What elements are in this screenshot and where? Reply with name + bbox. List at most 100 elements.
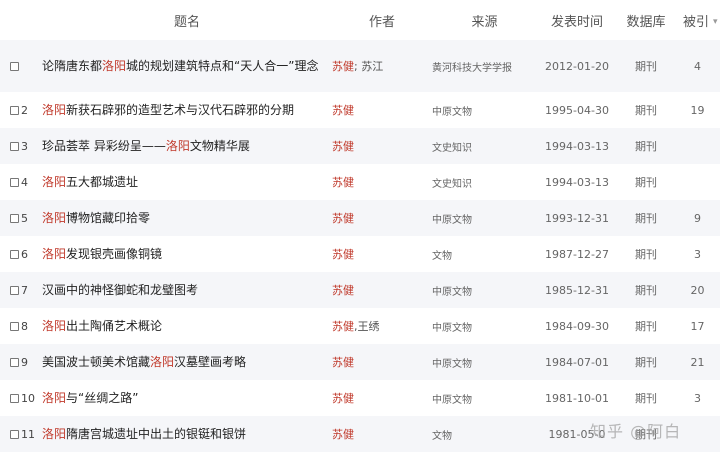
- row-db: 期刊: [635, 392, 657, 405]
- row-date: 1995-04-30: [545, 103, 609, 117]
- author-link[interactable]: 苏健: [332, 60, 354, 73]
- title-highlight: 洛阳: [42, 390, 67, 405]
- author-link[interactable]: 苏健: [332, 284, 354, 297]
- row-title[interactable]: 论隋唐东都洛阳城的规划建筑特点和“天人合一”理念: [42, 40, 332, 92]
- title-part: 出土陶俑艺术概论: [66, 318, 163, 333]
- row-title[interactable]: 汉画中的神怪御蛇和龙璧图考: [42, 272, 332, 308]
- row-checkbox[interactable]: [10, 106, 19, 115]
- author-link[interactable]: 苏健: [332, 104, 354, 117]
- row-author[interactable]: 苏健: [332, 164, 432, 200]
- row-checkbox[interactable]: [10, 142, 19, 151]
- title-part: 博物馆藏印拾零: [66, 210, 151, 225]
- row-checkbox[interactable]: [10, 214, 19, 223]
- table-row[interactable]: 6 洛阳发现银壳画像铜镜 苏健 文物 1987-12-27 期刊 3: [0, 236, 720, 272]
- row-source[interactable]: 中原文物: [432, 308, 537, 344]
- title-highlight: 洛阳: [42, 210, 67, 225]
- title-highlight: 洛阳: [42, 318, 67, 333]
- row-select: 10: [0, 380, 42, 416]
- table-row[interactable]: 4 洛阳五大都城遗址 苏健 文史知识 1994-03-13 期刊: [0, 164, 720, 200]
- header-author[interactable]: 作者: [332, 0, 432, 40]
- table-row[interactable]: 论隋唐东都洛阳城的规划建筑特点和“天人合一”理念 苏健; 苏江 黄河科技大学学报 20…: [0, 40, 720, 92]
- author-link[interactable]: 苏健: [332, 320, 354, 333]
- row-checkbox[interactable]: [10, 322, 19, 331]
- row-source[interactable]: 文史知识: [432, 128, 537, 164]
- row-title[interactable]: 洛阳隋唐宫城遗址中出土的银铤和银饼: [42, 416, 332, 452]
- row-source[interactable]: 中原文物: [432, 380, 537, 416]
- row-title[interactable]: 洛阳五大都城遗址: [42, 164, 332, 200]
- row-checkbox[interactable]: [10, 394, 19, 403]
- row-checkbox[interactable]: [10, 430, 19, 439]
- row-author[interactable]: 苏健: [332, 344, 432, 380]
- row-checkbox[interactable]: [10, 286, 19, 295]
- title-part: 发现银壳画像铜镜: [66, 246, 163, 261]
- row-cite: [675, 416, 720, 452]
- row-date: 1984-07-01: [545, 355, 609, 369]
- sort-arrow-icon[interactable]: ▾: [713, 17, 718, 27]
- table-row[interactable]: 10 洛阳与“丝绸之路” 苏健 中原文物 1981-10-01 期刊 3: [0, 380, 720, 416]
- row-date: 1994-03-13: [545, 175, 609, 189]
- row-source[interactable]: 黄河科技大学学报: [432, 40, 537, 92]
- row-source[interactable]: 中原文物: [432, 344, 537, 380]
- row-db: 期刊: [635, 212, 657, 225]
- row-date: 1994-03-13: [545, 139, 609, 153]
- row-db: 期刊: [635, 320, 657, 333]
- title-highlight: 洛阳: [42, 174, 67, 189]
- row-select: 9: [0, 344, 42, 380]
- row-author[interactable]: 苏健: [332, 128, 432, 164]
- row-source[interactable]: 文物: [432, 236, 537, 272]
- author-link[interactable]: 苏健: [332, 356, 354, 369]
- row-title[interactable]: 洛阳出土陶俑艺术概论: [42, 308, 332, 344]
- table-row[interactable]: 3 珍品荟萃 异彩纷呈——洛阳文物精华展 苏健 文史知识 1994-03-13 期刊: [0, 128, 720, 164]
- row-checkbox[interactable]: [10, 358, 19, 367]
- row-title[interactable]: 美国波士顿美术馆藏洛阳汉墓壁画考略: [42, 344, 332, 380]
- header-title[interactable]: 题名: [42, 0, 332, 40]
- table-row[interactable]: 5 洛阳博物馆藏印拾零 苏健 中原文物 1993-12-31 期刊 9: [0, 200, 720, 236]
- row-source[interactable]: 文物: [432, 416, 537, 452]
- row-title[interactable]: 洛阳新获石辟邪的造型艺术与汉代石辟邪的分期: [42, 92, 332, 128]
- row-title[interactable]: 珍品荟萃 异彩纷呈——洛阳文物精华展: [42, 128, 332, 164]
- row-source[interactable]: 中原文物: [432, 200, 537, 236]
- row-checkbox[interactable]: [10, 250, 19, 259]
- header-cite[interactable]: 被引 ▾: [675, 0, 720, 40]
- row-author[interactable]: 苏健: [332, 380, 432, 416]
- row-author[interactable]: 苏健: [332, 416, 432, 452]
- row-author[interactable]: 苏健,王绣: [332, 308, 432, 344]
- title-highlight: 洛阳: [150, 354, 175, 369]
- row-title[interactable]: 洛阳与“丝绸之路”: [42, 380, 332, 416]
- table-row[interactable]: 8 洛阳出土陶俑艺术概论 苏健,王绣 中原文物 1984-09-30 期刊 17: [0, 308, 720, 344]
- row-select: 2: [0, 92, 42, 128]
- row-checkbox[interactable]: [10, 62, 19, 71]
- row-author[interactable]: 苏健; 苏江: [332, 40, 432, 92]
- table-row[interactable]: 7 汉画中的神怪御蛇和龙璧图考 苏健 中原文物 1985-12-31 期刊 20: [0, 272, 720, 308]
- row-index: 9: [21, 355, 28, 369]
- title-part: 与“丝绸之路”: [66, 390, 139, 405]
- title-highlight: 洛阳: [42, 426, 67, 441]
- author-link[interactable]: 苏健: [332, 428, 354, 441]
- author-link[interactable]: 苏健: [332, 248, 354, 261]
- table-row[interactable]: 2 洛阳新获石辟邪的造型艺术与汉代石辟邪的分期 苏健 中原文物 1995-04-30 期刊…: [0, 92, 720, 128]
- row-index: 7: [21, 283, 28, 297]
- author-link[interactable]: 苏健: [332, 392, 354, 405]
- title-part: 论隋唐东都: [42, 58, 103, 73]
- row-title[interactable]: 洛阳博物馆藏印拾零: [42, 200, 332, 236]
- row-author[interactable]: 苏健: [332, 92, 432, 128]
- author-link[interactable]: 苏健: [332, 176, 354, 189]
- row-source[interactable]: 中原文物: [432, 92, 537, 128]
- table-row[interactable]: 9 美国波士顿美术馆藏洛阳汉墓壁画考略 苏健 中原文物 1984-07-01 期刊 21: [0, 344, 720, 380]
- row-title[interactable]: 洛阳发现银壳画像铜镜: [42, 236, 332, 272]
- title-part: 隋唐宫城遗址中出土的银铤和银饼: [66, 426, 247, 441]
- row-db: 期刊: [635, 140, 657, 153]
- author-link[interactable]: 苏健: [332, 212, 354, 225]
- header-checkbox-col: [0, 0, 42, 40]
- author-link[interactable]: 苏健: [332, 140, 354, 153]
- row-author[interactable]: 苏健: [332, 200, 432, 236]
- header-source[interactable]: 来源: [432, 0, 537, 40]
- row-author[interactable]: 苏健: [332, 236, 432, 272]
- row-db: 期刊: [635, 176, 657, 189]
- row-author[interactable]: 苏健: [332, 272, 432, 308]
- row-checkbox[interactable]: [10, 178, 19, 187]
- header-date[interactable]: 发表时间: [537, 0, 617, 40]
- header-db[interactable]: 数据库: [617, 0, 675, 40]
- row-source[interactable]: 文史知识: [432, 164, 537, 200]
- row-source[interactable]: 中原文物: [432, 272, 537, 308]
